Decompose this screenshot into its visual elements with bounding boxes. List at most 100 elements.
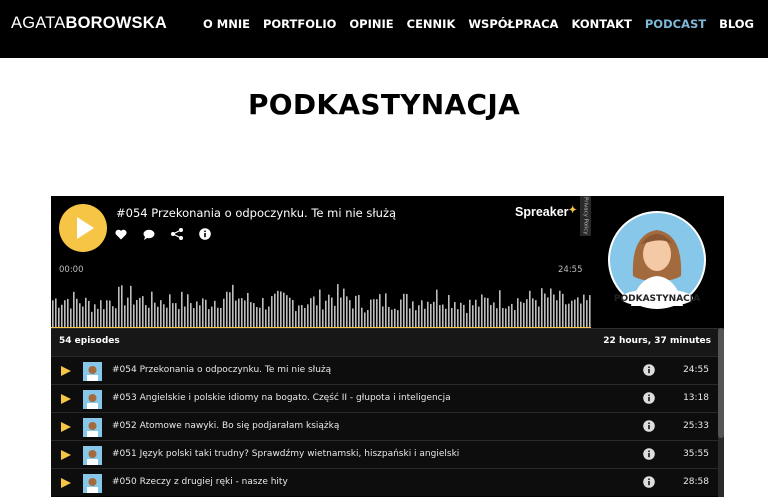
waveform-bar <box>229 292 231 328</box>
waveform-bar <box>67 298 69 328</box>
episode-duration: 25:33 <box>683 421 709 431</box>
play-icon[interactable] <box>61 366 71 376</box>
episode-row[interactable]: #050 Rzeczy z drugiej ręki - nasze hity … <box>51 468 718 496</box>
scrollbar-thumb[interactable] <box>718 328 724 438</box>
waveform-bar <box>109 300 111 328</box>
waveform-bar <box>175 303 177 328</box>
current-episode-title: #054 Przekonania o odpoczynku. Te mi nie… <box>116 206 397 220</box>
waveform-bar <box>196 301 198 328</box>
nav-item-podcast[interactable]: PODCAST <box>645 17 706 31</box>
waveform-bar <box>556 300 558 328</box>
nav-item-kontakt[interactable]: KONTAKT <box>571 17 631 31</box>
episode-title: #052 Atomowe nawyki. Bo się podjarałam k… <box>112 421 340 431</box>
waveform-bar <box>85 297 87 328</box>
waveform-bar <box>487 298 489 328</box>
waveform-bar <box>70 308 72 328</box>
nav-item-opinie[interactable]: OPINIE <box>349 17 393 31</box>
waveform-bar <box>574 299 576 328</box>
episode-row[interactable]: #052 Atomowe nawyki. Bo się podjarałam k… <box>51 412 718 440</box>
nav-item-o-mnie[interactable]: O MNIE <box>203 17 250 31</box>
waveform-bar <box>388 306 390 328</box>
episode-row[interactable]: #054 Przekonania o odpoczynku. Te mi nie… <box>51 356 718 384</box>
episode-title: #054 Przekonania o odpoczynku. Te mi nie… <box>112 365 332 375</box>
waveform-bar <box>181 291 183 328</box>
privacy-policy-link[interactable]: Privacy Policy <box>580 196 591 236</box>
play-icon[interactable] <box>61 394 71 404</box>
play-icon[interactable] <box>61 478 71 488</box>
info-icon[interactable] <box>643 392 655 404</box>
waveform-bar <box>325 300 327 328</box>
waveform-bar <box>403 293 405 328</box>
waveform-bar <box>349 300 351 328</box>
waveform-bar <box>313 296 315 328</box>
episode-thumbnail <box>83 474 102 493</box>
waveform-bar <box>589 295 591 328</box>
waveform-bar <box>193 308 195 328</box>
waveform-bar <box>265 309 267 328</box>
info-icon[interactable] <box>643 364 655 376</box>
waveform-bar <box>373 299 375 328</box>
waveform-bar <box>511 303 513 328</box>
waveform-bar <box>136 299 138 328</box>
nav-item-portfolio[interactable]: PORTFOLIO <box>263 17 336 31</box>
waveform-seekbar[interactable] <box>51 280 591 328</box>
spreaker-logo[interactable]: Spreaker✦ <box>515 205 577 219</box>
episode-row[interactable]: #051 Język polski taki trudny? Sprawdźmy… <box>51 440 718 468</box>
waveform-bar <box>121 285 123 328</box>
waveform-bar <box>289 297 291 328</box>
play-button[interactable] <box>59 204 107 252</box>
play-icon[interactable] <box>61 422 71 432</box>
episode-list-scrollbar[interactable] <box>718 328 724 497</box>
waveform-bar <box>433 301 435 328</box>
waveform-bar <box>295 311 297 328</box>
info-icon[interactable] <box>643 448 655 460</box>
waveform-bar <box>169 294 171 328</box>
waveform-bar <box>406 293 408 328</box>
waveform-bar <box>496 308 498 328</box>
waveform-bar <box>190 303 192 328</box>
nav-item-wspolpraca[interactable]: WSPÓŁPRACA <box>468 17 558 31</box>
waveform-bar <box>127 297 129 328</box>
waveform-bar <box>394 308 396 328</box>
waveform-bar <box>298 305 300 328</box>
nav-item-blog[interactable]: BLOG <box>719 17 754 31</box>
waveform-bar <box>277 290 279 328</box>
waveform-bar <box>133 304 135 328</box>
episode-thumbnail <box>83 446 102 465</box>
waveform-bar <box>172 303 174 328</box>
waveform-bar <box>61 304 63 328</box>
nav-item-cennik[interactable]: CENNIK <box>407 17 456 31</box>
info-icon[interactable] <box>643 476 655 488</box>
share-icon[interactable] <box>170 227 184 241</box>
site-logo[interactable]: AGATABOROWSKA <box>11 14 167 33</box>
waveform-bar <box>364 312 366 328</box>
episode-row[interactable]: #053 Angielskie i polskie idiomy na boga… <box>51 384 718 412</box>
waveform-bar <box>460 302 462 328</box>
comment-icon[interactable] <box>142 227 156 241</box>
heart-icon[interactable] <box>114 227 128 241</box>
info-icon[interactable] <box>643 420 655 432</box>
waveform-bar <box>220 308 222 328</box>
waveform-bar <box>508 306 510 328</box>
podcast-cover: PODKASTYNACJA <box>608 211 706 309</box>
info-icon[interactable] <box>198 227 212 241</box>
waveform-bar <box>334 305 336 328</box>
waveform-bar <box>253 303 255 328</box>
waveform-bar <box>55 298 57 328</box>
podcast-player: #054 Przekonania o odpoczynku. Te mi nie… <box>51 196 724 497</box>
episode-title: #053 Angielskie i polskie idiomy na boga… <box>112 393 451 403</box>
waveform-bar <box>415 310 417 328</box>
waveform-bar <box>310 298 312 328</box>
waveform-bar <box>391 309 393 328</box>
waveform-bar <box>322 309 324 328</box>
waveform-bar <box>538 306 540 328</box>
waveform-bar <box>157 306 159 328</box>
waveform-bar <box>76 298 78 328</box>
episodes-count: 54 episodes <box>59 336 120 346</box>
play-icon[interactable] <box>61 450 71 460</box>
waveform-bar <box>493 302 495 328</box>
waveform-bar <box>400 299 402 328</box>
waveform-bar <box>445 308 447 328</box>
waveform-bar <box>550 288 552 328</box>
waveform-bar <box>256 306 258 328</box>
